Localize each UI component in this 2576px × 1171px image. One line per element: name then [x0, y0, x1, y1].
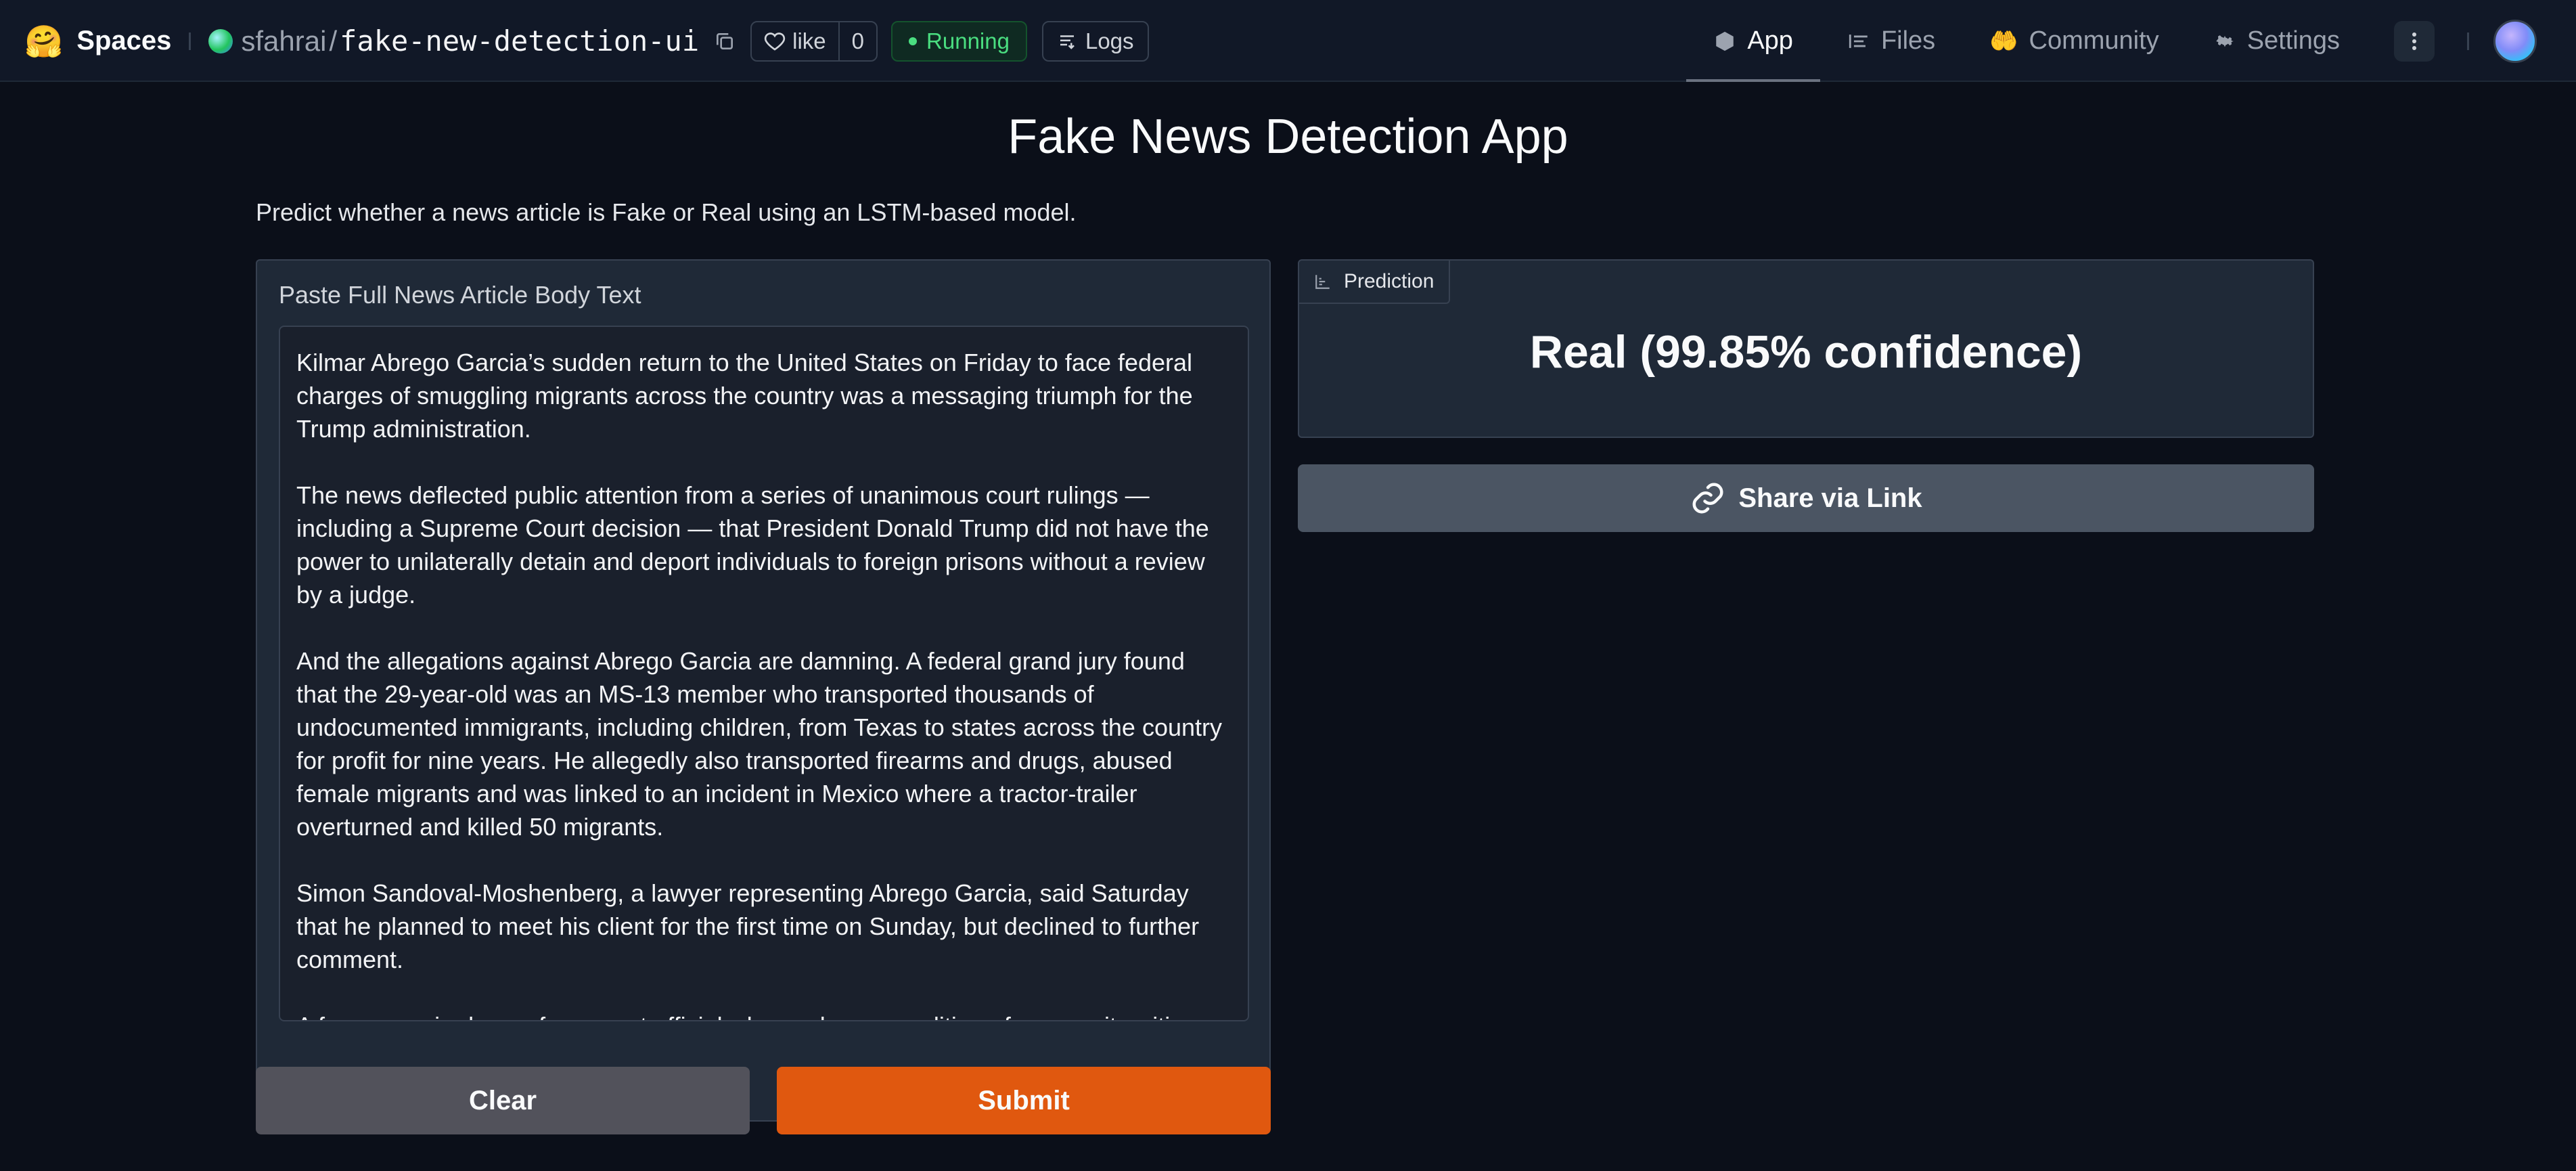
prediction-label: Prediction [1344, 270, 1434, 292]
repo-name-link[interactable]: fake-new-detection-ui [340, 24, 699, 58]
article-input-label: Paste Full News Article Body Text [279, 281, 641, 309]
status-badge[interactable]: Running [891, 20, 1027, 62]
article-textarea[interactable]: Kilmar Abrego Garcia’s sudden return to … [279, 326, 1249, 1021]
profile-avatar[interactable] [2493, 19, 2537, 63]
article-input-panel: Paste Full News Article Body Text Kilmar… [256, 259, 1271, 1122]
heart-icon [764, 32, 786, 51]
owner-link[interactable]: sfahrai [241, 25, 326, 58]
article-paragraph: The news deflected public attention from… [296, 481, 1209, 609]
like-main[interactable]: like [752, 22, 838, 60]
status-dot-icon [909, 37, 918, 45]
logs-label: Logs [1085, 28, 1134, 53]
tab-community[interactable]: 🤲 Community [1962, 0, 2186, 82]
chart-icon [1315, 275, 1330, 289]
logs-button[interactable]: Logs [1041, 20, 1149, 62]
community-icon: 🤲 [1989, 28, 2018, 54]
more-vertical-icon [2412, 31, 2416, 51]
article-paragraph: Simon Sandoval-Moshenberg, a lawyer repr… [296, 879, 1200, 973]
prediction-result: Real (99.85% confidence) [1529, 326, 2083, 378]
like-label: like [792, 28, 826, 53]
gear-icon [2215, 35, 2234, 47]
tab-community-label: Community [2029, 26, 2159, 55]
divider [189, 32, 191, 50]
app-description: Predict whether a news article is Fake o… [256, 198, 1077, 226]
top-bar-left: 🤗 Spaces sfahrai / fake-new-detection-ui… [24, 0, 1149, 82]
more-options-button[interactable] [2394, 20, 2435, 62]
article-paragraph: And the allegations against Abrego Garci… [296, 647, 1222, 841]
like-button[interactable]: like 0 [750, 20, 878, 62]
submit-button[interactable]: Submit [777, 1067, 1271, 1134]
prediction-label-tag: Prediction [1299, 261, 1451, 304]
prediction-panel: Prediction Real (99.85% confidence) [1298, 259, 2314, 438]
share-label: Share via Link [1738, 483, 1922, 513]
tab-app[interactable]: App [1686, 0, 1820, 82]
tab-settings-label: Settings [2246, 26, 2340, 55]
logs-icon [1060, 35, 1075, 49]
hugging-face-logo-icon[interactable]: 🤗 [24, 26, 63, 57]
top-bar-right: App Files 🤲 Community Settings [1686, 0, 2576, 82]
owner-avatar[interactable] [208, 28, 233, 53]
like-count[interactable]: 0 [838, 22, 876, 60]
clear-button[interactable]: Clear [256, 1067, 750, 1134]
tab-files-label: Files [1880, 26, 1936, 55]
app-main: Fake News Detection App Predict whether … [0, 83, 2576, 1171]
tab-settings[interactable]: Settings [2186, 0, 2367, 82]
cube-icon [1716, 31, 1734, 51]
page-title: Fake News Detection App [1008, 110, 1568, 164]
path-separator: / [329, 24, 338, 57]
tab-files[interactable]: Files [1820, 0, 1962, 82]
article-paragraph: Kilmar Abrego Garcia’s sudden return to … [296, 349, 1193, 443]
copy-icon[interactable] [714, 30, 736, 52]
divider [2467, 32, 2469, 50]
article-paragraph: A former senior law enforcement official… [296, 1009, 1231, 1020]
spaces-link[interactable]: Spaces [76, 26, 171, 56]
top-bar: 🤗 Spaces sfahrai / fake-new-detection-ui… [0, 0, 2576, 82]
status-label: Running [926, 28, 1010, 53]
files-icon [1849, 34, 1868, 48]
tab-app-label: App [1747, 26, 1793, 55]
link-icon [1692, 483, 1723, 514]
share-link-button[interactable]: Share via Link [1298, 464, 2314, 532]
